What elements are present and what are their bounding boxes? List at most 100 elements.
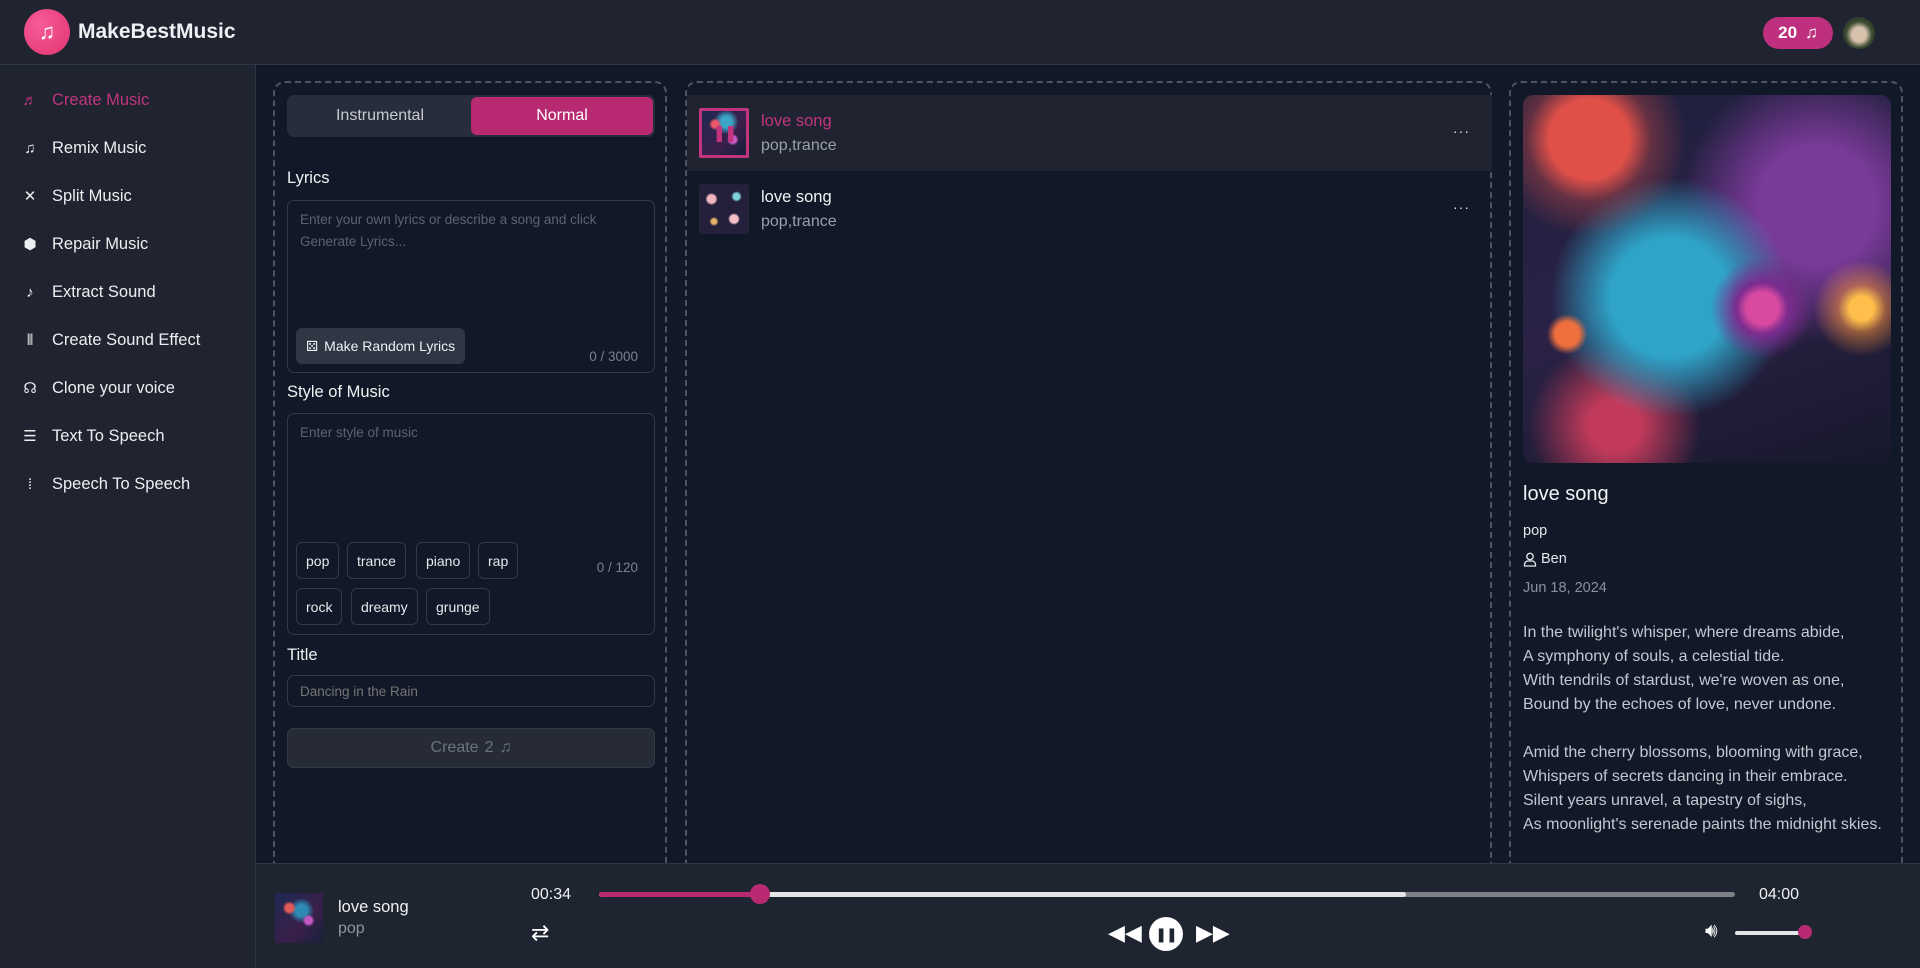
song-style: pop,trance <box>761 212 837 230</box>
mode-instrumental[interactable]: Instrumental <box>289 97 471 135</box>
player-thumbnail <box>275 893 323 943</box>
sidebar-item-label: Extract Sound <box>52 282 156 301</box>
sidebar-item-label: Speech To Speech <box>52 474 191 493</box>
sidebar-item-create-sound-effect[interactable]: ⦀ Create Sound Effect <box>20 325 201 355</box>
lyrics-counter: 0 / 3000 <box>589 349 638 364</box>
style-tag-pop[interactable]: pop <box>296 542 340 579</box>
song-list-panel: ❚❚ love song pop,trance ··· love song po… <box>685 81 1492 871</box>
shuffle-off-icon[interactable]: ⇄ <box>531 920 549 946</box>
music-sheet-icon: ♫ <box>38 19 56 44</box>
repair-icon: ⬢ <box>23 236 37 253</box>
sidebar-item-label: Split Music <box>52 186 132 205</box>
sidebar-item-remix-music[interactable]: ♫ Remix Music <box>20 133 146 163</box>
make-random-lyrics-label: Make Random Lyrics <box>324 338 456 354</box>
style-tag-trance[interactable]: trance <box>347 542 406 579</box>
lyrics-textarea[interactable]: Enter your own lyrics or describe a song… <box>287 200 655 373</box>
mode-normal[interactable]: Normal <box>471 97 653 135</box>
detail-date: Jun 18, 2024 <box>1523 580 1607 596</box>
extract-sound-icon: ♪ <box>26 283 34 301</box>
style-tag-rock[interactable]: rock <box>296 588 343 625</box>
song-title: love song <box>761 111 832 130</box>
detail-lyrics: In the twilight's whisper, where dreams … <box>1523 624 1882 833</box>
sidebar-item-repair-music[interactable]: ⬢ Repair Music <box>20 229 148 259</box>
style-counter: 0 / 120 <box>596 560 638 575</box>
sidebar-item-split-music[interactable]: ✕ Split Music <box>20 181 132 211</box>
credits-badge[interactable]: 20 ♫ <box>1763 17 1833 49</box>
sidebar-item-label: Create Sound Effect <box>52 330 201 349</box>
waveform-icon: ⦀ <box>26 331 34 349</box>
sidebar-item-label: Remix Music <box>52 138 147 157</box>
volume-handle[interactable] <box>1798 925 1812 939</box>
volume-slider[interactable] <box>1735 925 1812 939</box>
title-label: Title <box>287 646 318 664</box>
music-plus-icon: ♬ <box>22 91 38 109</box>
song-list-item[interactable]: ❚❚ love song pop,trance ··· <box>687 95 1492 171</box>
music-notes-icon: ♫ <box>24 139 36 157</box>
split-icon: ✕ <box>23 188 37 205</box>
pause-icon: ❚❚ <box>1155 925 1177 942</box>
text-scan-icon: ☰ <box>23 428 37 445</box>
create-button-label: Create <box>430 739 479 756</box>
create-button[interactable]: Create 2 ♫ <box>287 728 655 768</box>
title-input[interactable] <box>287 675 655 707</box>
sidebar-item-extract-sound[interactable]: ♪ Extract Sound <box>20 277 156 307</box>
song-cover-image <box>1523 95 1891 463</box>
rewind-icon[interactable]: ◀◀ <box>1108 920 1142 946</box>
create-panel: Instrumental Normal Lyrics Enter your ow… <box>273 81 667 871</box>
make-random-lyrics-button[interactable]: ⚄ Make Random Lyrics <box>296 328 466 364</box>
sidebar-item-clone-voice[interactable]: ☊ Clone your voice <box>20 373 175 403</box>
sidebar-item-text-to-speech[interactable]: ☰ Text To Speech <box>20 421 165 451</box>
song-list-item[interactable]: love song pop,trance ··· <box>687 171 1492 247</box>
song-thumbnail[interactable]: ❚❚ <box>699 108 749 158</box>
lyrics-label: Lyrics <box>287 169 330 187</box>
dice-icon: ⚄ <box>306 337 319 354</box>
more-options-icon[interactable]: ··· <box>1453 123 1470 139</box>
song-detail-panel: love song pop Ben Jun 18, 2024 In the tw… <box>1509 81 1903 871</box>
style-tag-grunge[interactable]: grunge <box>426 588 490 625</box>
sidebar-item-create-music[interactable]: ♬ Create Music <box>20 85 150 115</box>
progress-handle[interactable] <box>750 884 771 904</box>
style-placeholder: Enter style of music <box>300 425 418 440</box>
style-tag-rap[interactable]: rap <box>478 542 519 579</box>
song-style: pop,trance <box>761 136 837 154</box>
detail-author[interactable]: Ben <box>1523 551 1567 567</box>
voice-user-icon: ☊ <box>23 380 37 397</box>
sidebar-item-label: Text To Speech <box>52 426 165 445</box>
detail-author-name: Ben <box>1541 551 1567 567</box>
music-note-icon: ♫ <box>1805 23 1818 42</box>
progress-slider[interactable] <box>599 884 1735 904</box>
style-label: Style of Music <box>287 383 390 401</box>
audio-player: love song pop 00:34 04:00 ⇄ ◀◀ ❚❚ ▶▶ 🔊︎ <box>256 863 1920 968</box>
brand-name[interactable]: MakeBestMusic <box>78 20 236 44</box>
user-icon <box>1523 552 1537 567</box>
more-options-icon[interactable]: ··· <box>1453 199 1470 215</box>
fast-forward-icon[interactable]: ▶▶ <box>1196 920 1230 946</box>
detail-title: love song <box>1523 483 1609 505</box>
sidebar: ♬ Create Music ♫ Remix Music ✕ Split Mus… <box>0 65 256 968</box>
player-style: pop <box>338 920 365 937</box>
pause-button[interactable]: ❚❚ <box>1149 917 1183 951</box>
create-cost: 2 <box>484 739 494 756</box>
sidebar-item-speech-to-speech[interactable]: ⦙ Speech To Speech <box>20 469 190 499</box>
music-note-icon: ♫ <box>499 739 512 756</box>
style-textarea[interactable]: Enter style of music pop trance piano ra… <box>287 413 655 635</box>
song-thumbnail[interactable] <box>699 184 749 234</box>
style-tag-dreamy[interactable]: dreamy <box>351 588 418 625</box>
top-header: ♫ MakeBestMusic 20 ♫ <box>0 0 1920 65</box>
progress-fill <box>599 892 761 897</box>
sidebar-item-label: Repair Music <box>52 234 149 253</box>
lyrics-placeholder: Enter your own lyrics or describe a song… <box>300 212 597 249</box>
credits-count: 20 <box>1778 23 1798 42</box>
sidebar-item-label: Clone your voice <box>52 378 175 397</box>
user-avatar[interactable] <box>1843 17 1875 49</box>
player-title: love song <box>338 898 409 916</box>
style-tag-piano[interactable]: piano <box>416 542 471 579</box>
volume-icon[interactable]: 🔊︎ <box>1705 920 1718 943</box>
brand-logo[interactable]: ♫ <box>24 9 70 55</box>
sidebar-item-label: Create Music <box>52 90 150 109</box>
mode-toggle: Instrumental Normal <box>287 95 655 137</box>
current-time: 00:34 <box>531 886 572 903</box>
detail-style: pop <box>1523 523 1548 539</box>
total-time: 04:00 <box>1759 886 1800 903</box>
pause-icon: ❚❚ <box>712 125 738 142</box>
